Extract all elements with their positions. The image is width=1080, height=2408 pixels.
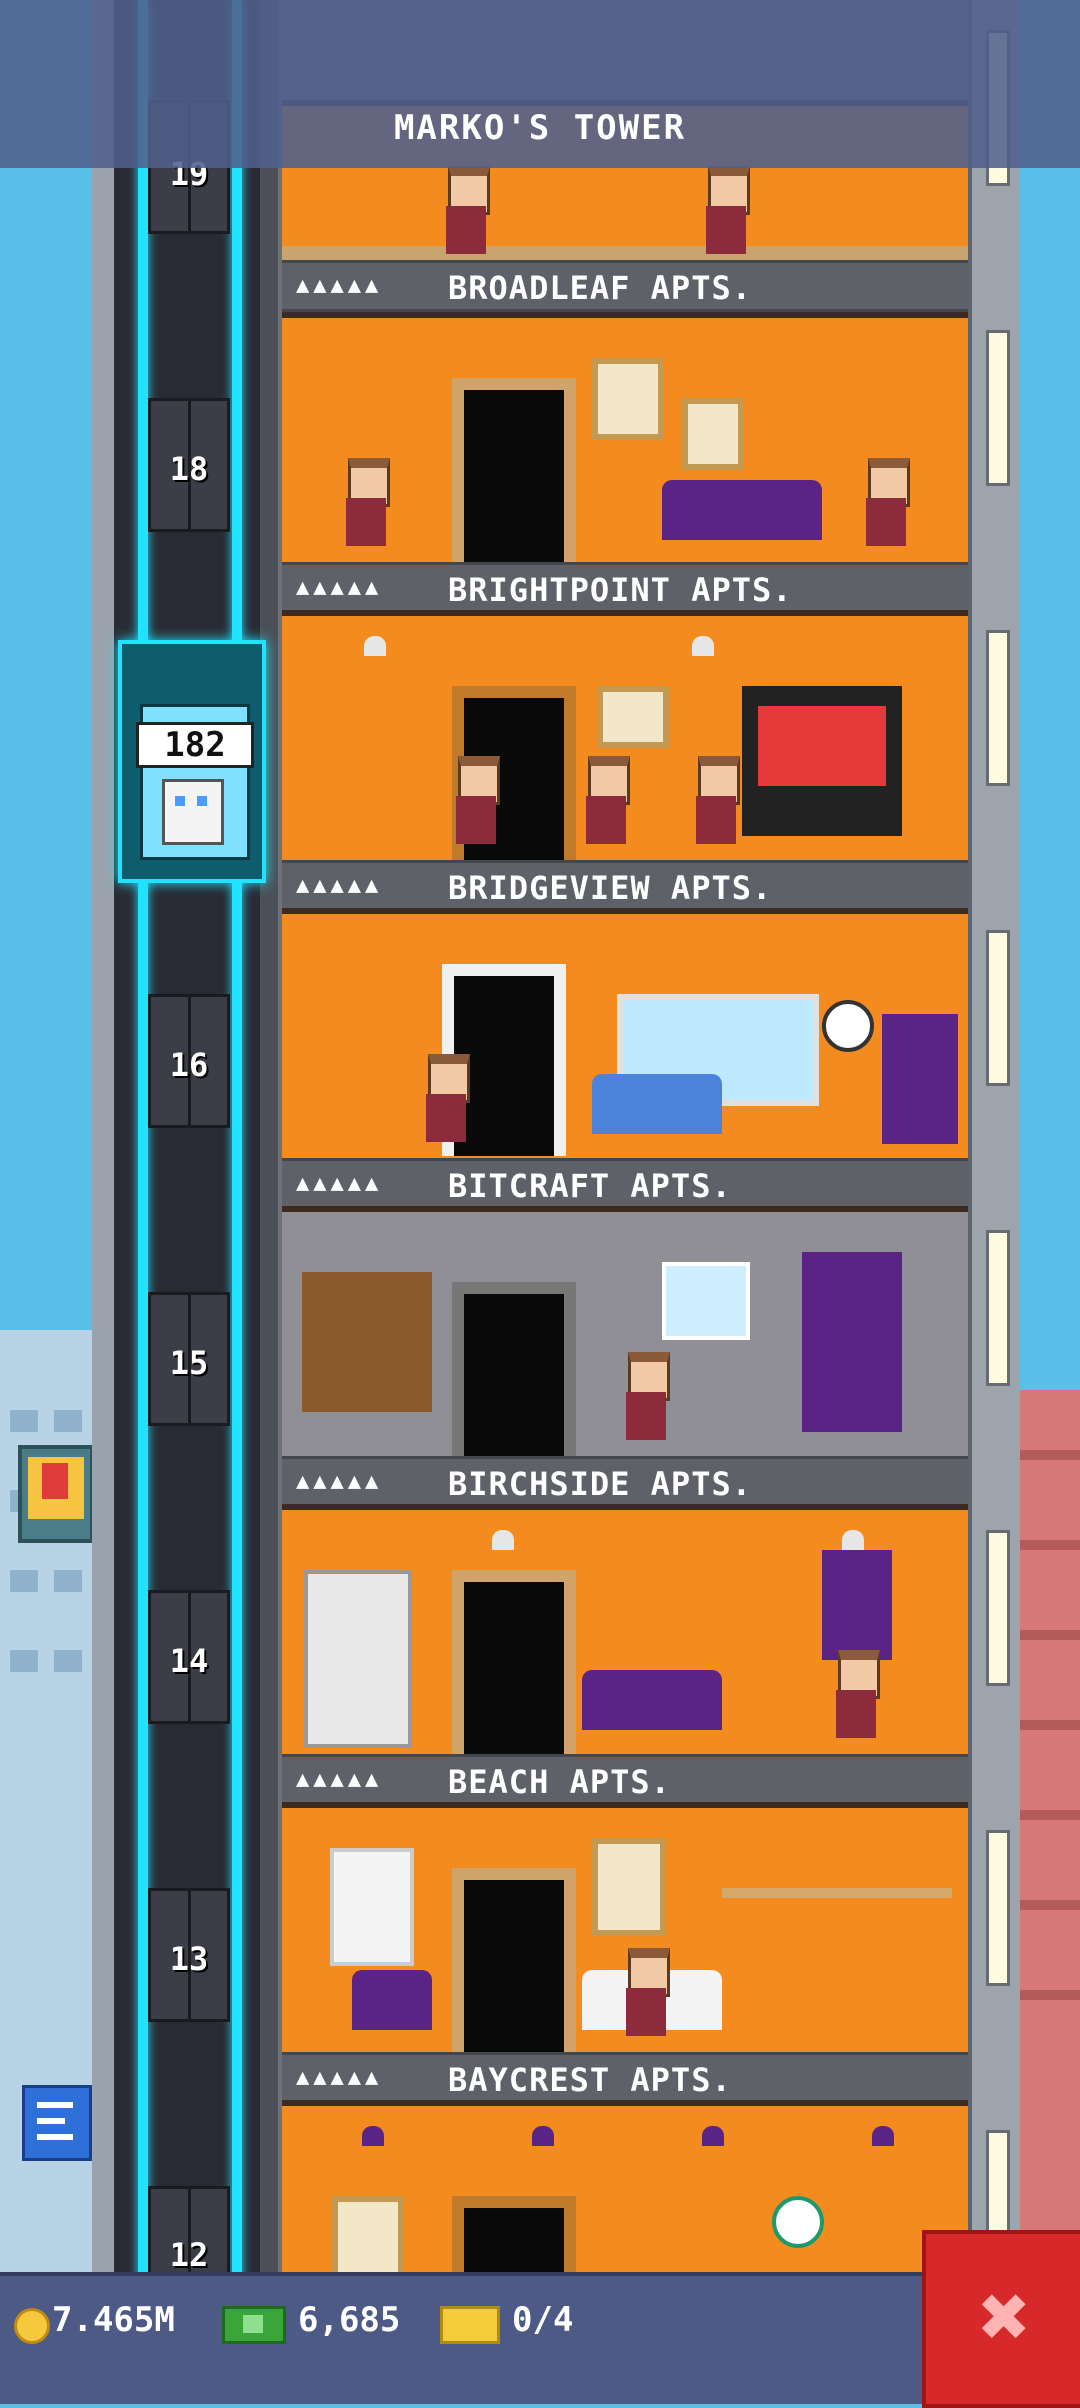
fries-icon [42,1463,68,1499]
shaft-floor-number: 12 [169,2236,209,2274]
floor-banner[interactable]: ▲▲▲▲▲ BRIDGEVIEW APTS. [282,860,968,912]
elevator-passenger-count: 182 [136,722,254,768]
purple-hanging [822,1550,892,1660]
ceiling-lamp [532,2126,554,2146]
resident-icon[interactable] [692,756,740,846]
ceiling-lamp [362,2126,384,2146]
close-button[interactable]: ✖ [922,2230,1080,2408]
resident-icon[interactable] [622,1352,670,1442]
resident-slots: ▲▲▲▲▲ [296,1469,383,1494]
resident-slots: ▲▲▲▲▲ [296,575,383,600]
shutter-window [330,1848,414,1966]
ceiling-lamp [702,2126,724,2146]
sofa [662,480,822,540]
floor-room[interactable] [282,610,968,878]
neon-rail-left [138,0,148,2280]
background-building-right [1020,1390,1080,2340]
resident-icon[interactable] [452,756,500,846]
floor-banner[interactable]: ▲▲▲▲▲ BRIGHTPOINT APTS. [282,562,968,614]
floor-room[interactable] [282,1802,968,2068]
fries-billboard [18,1445,94,1543]
resident-icon[interactable] [862,458,910,548]
floor-banner[interactable]: ▲▲▲▲▲ BROADLEAF APTS. [282,260,968,312]
floor-name: BAYCREST APTS. [448,2061,732,2099]
blue-sign [22,2085,92,2161]
ceiling-lamp [364,636,386,656]
shaft-rail-right [260,0,278,2280]
ceiling-lamp [492,1530,514,1550]
floor-name: BIRCHSIDE APTS. [448,1465,752,1503]
tv-screen [758,706,886,786]
ticket-count: 0/4 [512,2300,574,2340]
resident-slots: ▲▲▲▲▲ [296,2065,383,2090]
elevator-car[interactable]: 182 [118,640,266,883]
floor-name: BEACH APTS. [448,1763,671,1801]
resident-slots: ▲▲▲▲▲ [296,1767,383,1792]
bookshelf [304,1570,412,1748]
floor-door [452,1570,576,1762]
floor-door [452,1868,576,2060]
resident-icon[interactable] [442,166,490,256]
ticket-icon [440,2306,500,2344]
floor-name: BRIDGEVIEW APTS. [448,869,773,907]
resident-icon[interactable] [622,1948,670,2038]
shaft-floor-number: 14 [169,1642,209,1680]
floor-door [452,1282,576,1474]
neon-rail-right [232,0,242,2280]
sofa [592,1074,722,1134]
floor-banner[interactable]: ▲▲▲▲▲ BAYCREST APTS. [282,2052,968,2104]
floor-name: BROADLEAF APTS. [448,269,752,307]
resident-icon[interactable] [582,756,630,846]
floor-room[interactable] [282,1504,968,1770]
shaft-floor-number: 13 [169,1940,209,1978]
tower-title: MARKO'S TOWER [393,108,687,148]
resident-slots: ▲▲▲▲▲ [296,1171,383,1196]
resident-slots: ▲▲▲▲▲ [296,873,383,898]
floor-door [452,378,576,570]
shaft-rail-left [92,0,114,2280]
resident-icon[interactable] [422,1054,470,1144]
floor-banner[interactable]: ▲▲▲▲▲ BEACH APTS. [282,1754,968,1806]
dirt-block [302,1272,432,1412]
resident-icon[interactable] [832,1650,880,1740]
picture-frame [332,2196,404,2278]
ceiling-lamp [842,1530,864,1550]
ceiling-lamp [692,636,714,656]
close-icon: ✖ [979,2267,1031,2367]
bux-balance: 6,685 [298,2300,401,2340]
floor-banner[interactable]: ▲▲▲▲▲ BITCRAFT APTS. [282,1158,968,1210]
picture-frame [592,358,664,440]
shaft-floor-number: 18 [169,450,209,488]
resident-icon[interactable] [342,458,390,548]
floor-room[interactable] [282,908,968,1174]
floor-room[interactable] [282,312,968,578]
ceiling-lamp [872,2126,894,2146]
top-bar: MARKO'S TOWER [0,0,1080,168]
floor-name: BITCRAFT APTS. [448,1167,732,1205]
armchair [352,1970,432,2030]
shaft-floor-number: 15 [169,1344,209,1382]
fridge [882,1014,958,1144]
resident-slots: ▲▲▲▲▲ [296,273,383,298]
resident-icon[interactable] [702,166,750,256]
robot-passenger-icon [162,779,224,845]
shaft-floor-number: 16 [169,1046,209,1084]
picture-frame [682,398,744,470]
floor-room[interactable] [282,2100,968,2388]
floor-name: BRIGHTPOINT APTS. [448,571,793,609]
coin-balance: 7.465M [52,2300,175,2340]
sofa [582,1670,722,1730]
coin-icon [14,2308,50,2344]
clock-icon [772,2196,824,2248]
tower-right-column [968,0,1020,2286]
purple-block [802,1252,902,1432]
floor-room[interactable] [282,1206,968,1474]
picture-frame [592,1838,666,1936]
floor-banner[interactable]: ▲▲▲▲▲ BIRCHSIDE APTS. [282,1456,968,1508]
clock-icon [822,1000,874,1052]
window [662,1262,750,1340]
tower-bux-icon [222,2306,286,2344]
wall-shelf [722,1888,952,1898]
picture-frame [597,686,669,748]
